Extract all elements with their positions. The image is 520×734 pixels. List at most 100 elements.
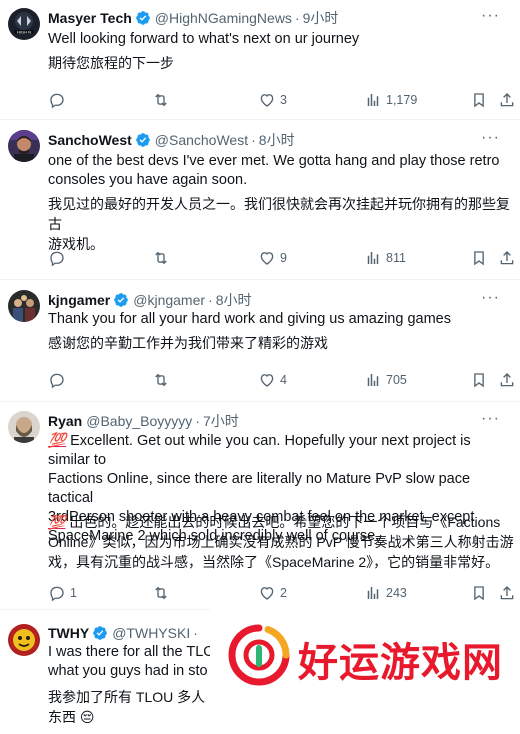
- avatar-kjngamer-icon: [8, 290, 40, 322]
- tweet-card[interactable]: HIGH N Masyer Tech @HighNGamingNews · 9小…: [0, 0, 520, 120]
- display-name[interactable]: TWHY: [48, 623, 89, 643]
- bookmark-icon: [474, 586, 484, 601]
- views-icon: [367, 94, 379, 106]
- separator: ·: [294, 10, 300, 26]
- views-button[interactable]: 811: [364, 247, 406, 269]
- retweet-icon: [155, 373, 167, 387]
- tweet-card[interactable]: SanchoWest @SanchoWest · 8小时 ··· one of …: [0, 120, 520, 280]
- timestamp[interactable]: 8小时: [259, 130, 295, 150]
- tweet-translation: 期待您旅程的下一步: [48, 55, 174, 71]
- verified-badge-icon: [135, 132, 151, 148]
- display-name[interactable]: SanchoWest: [48, 130, 132, 150]
- tweet-text: Well looking forward to what's next on u…: [48, 31, 360, 47]
- reply-icon: [50, 373, 64, 389]
- verified-badge-icon: [113, 292, 129, 308]
- reply-icon: [50, 586, 64, 602]
- reply-button[interactable]: [48, 89, 70, 111]
- separator: ·: [251, 132, 256, 148]
- share-button[interactable]: [498, 89, 516, 111]
- like-button[interactable]: 2: [258, 582, 287, 604]
- reply-icon: [50, 251, 64, 267]
- retweet-button[interactable]: [152, 369, 174, 391]
- views-icon: [367, 374, 379, 386]
- tweet-translation: 感谢您的辛勤工作并为我们带来了精彩的游戏: [48, 335, 328, 351]
- more-icon[interactable]: ···: [481, 411, 500, 427]
- display-name[interactable]: Masyer Tech: [48, 8, 132, 28]
- tweet-translation: 💯 出色的。趁还能出去的时候出去吧。希望您的下一个项目与《Factions On…: [48, 514, 514, 570]
- handle[interactable]: @kjngamer: [133, 290, 205, 310]
- avatar-sanchowest-icon: [8, 130, 40, 162]
- share-icon: [500, 251, 514, 265]
- action-bar: 3 1,179: [0, 89, 520, 111]
- verified-badge-icon: [92, 625, 108, 641]
- more-icon[interactable]: ···: [481, 130, 500, 146]
- like-button[interactable]: 3: [258, 89, 287, 111]
- retweet-button[interactable]: [152, 582, 174, 604]
- handle[interactable]: @Baby_Boyyyyy: [86, 411, 192, 431]
- views-icon: [367, 252, 379, 264]
- views-button[interactable]: 243: [364, 582, 407, 604]
- action-bar: 4 705: [0, 369, 520, 391]
- watermark-logo-icon: [228, 624, 290, 686]
- bookmark-button[interactable]: [470, 89, 488, 111]
- bookmark-icon: [474, 373, 484, 388]
- bookmark-icon: [474, 251, 484, 266]
- bookmark-icon: [474, 93, 484, 108]
- retweet-icon: [155, 586, 167, 600]
- share-icon: [500, 586, 514, 600]
- more-icon[interactable]: ···: [481, 8, 500, 24]
- display-name[interactable]: Ryan: [48, 411, 82, 431]
- separator: ·: [193, 625, 198, 641]
- avatar-twhy-icon: [8, 624, 40, 656]
- tweet-card[interactable]: Ryan @Baby_Boyyyyy · 7小时 ··· 💯 Excellent…: [0, 402, 520, 610]
- avatar[interactable]: HIGH N: [8, 8, 40, 40]
- svg-text:HIGH N: HIGH N: [17, 30, 31, 35]
- tweet-translation: 我见过的最好的开发人员之一。我们很快就会再次挂起并玩你拥有的那些复古 游戏机。: [48, 196, 510, 252]
- share-icon: [500, 373, 514, 387]
- share-button[interactable]: [498, 582, 516, 604]
- verified-badge-icon: [135, 10, 151, 26]
- avatar[interactable]: [8, 130, 40, 162]
- like-button[interactable]: 4: [258, 369, 287, 391]
- timestamp[interactable]: 8小时: [216, 290, 252, 310]
- separator: ·: [208, 292, 213, 308]
- views-button[interactable]: 705: [364, 369, 407, 391]
- reply-button[interactable]: [48, 369, 70, 391]
- display-name[interactable]: kjngamer: [48, 290, 110, 310]
- avatar[interactable]: [8, 624, 40, 656]
- handle[interactable]: @HighNGamingNews: [155, 8, 292, 28]
- like-icon: [260, 587, 274, 600]
- like-icon: [260, 252, 274, 265]
- bookmark-button[interactable]: [470, 582, 488, 604]
- views-button[interactable]: 1,179: [364, 89, 417, 111]
- hundred-points-emoji: 💯: [48, 514, 66, 530]
- avatar[interactable]: [8, 411, 40, 443]
- handle[interactable]: @TWHYSKI: [112, 623, 190, 643]
- action-bar: 9 811: [0, 247, 520, 269]
- like-icon: [260, 374, 274, 387]
- bookmark-button[interactable]: [470, 369, 488, 391]
- timestamp[interactable]: 7小时: [203, 411, 239, 431]
- reply-button[interactable]: 1: [48, 582, 77, 604]
- more-icon[interactable]: ···: [481, 290, 500, 306]
- reply-button[interactable]: [48, 247, 70, 269]
- tweet-card[interactable]: kjngamer @kjngamer · 8小时 ··· Thank you f…: [0, 280, 520, 402]
- avatar-ryan-icon: [8, 411, 40, 443]
- tweet-text: one of the best devs I've ever met. We g…: [48, 153, 500, 188]
- handle[interactable]: @SanchoWest: [155, 130, 248, 150]
- action-bar: 1 2 243: [0, 582, 520, 604]
- like-icon: [260, 94, 274, 107]
- retweet-icon: [155, 93, 167, 107]
- retweet-button[interactable]: [152, 247, 174, 269]
- share-button[interactable]: [498, 247, 516, 269]
- avatar[interactable]: [8, 290, 40, 322]
- watermark: 好运游戏网: [210, 604, 520, 714]
- tweet-text: Thank you for all your hard work and giv…: [48, 311, 451, 327]
- like-button[interactable]: 9: [258, 247, 287, 269]
- retweet-button[interactable]: [152, 89, 174, 111]
- timestamp[interactable]: 9小时: [303, 8, 339, 28]
- share-button[interactable]: [498, 369, 516, 391]
- reply-icon: [50, 93, 64, 109]
- hundred-points-emoji: 💯: [48, 433, 67, 449]
- bookmark-button[interactable]: [470, 247, 488, 269]
